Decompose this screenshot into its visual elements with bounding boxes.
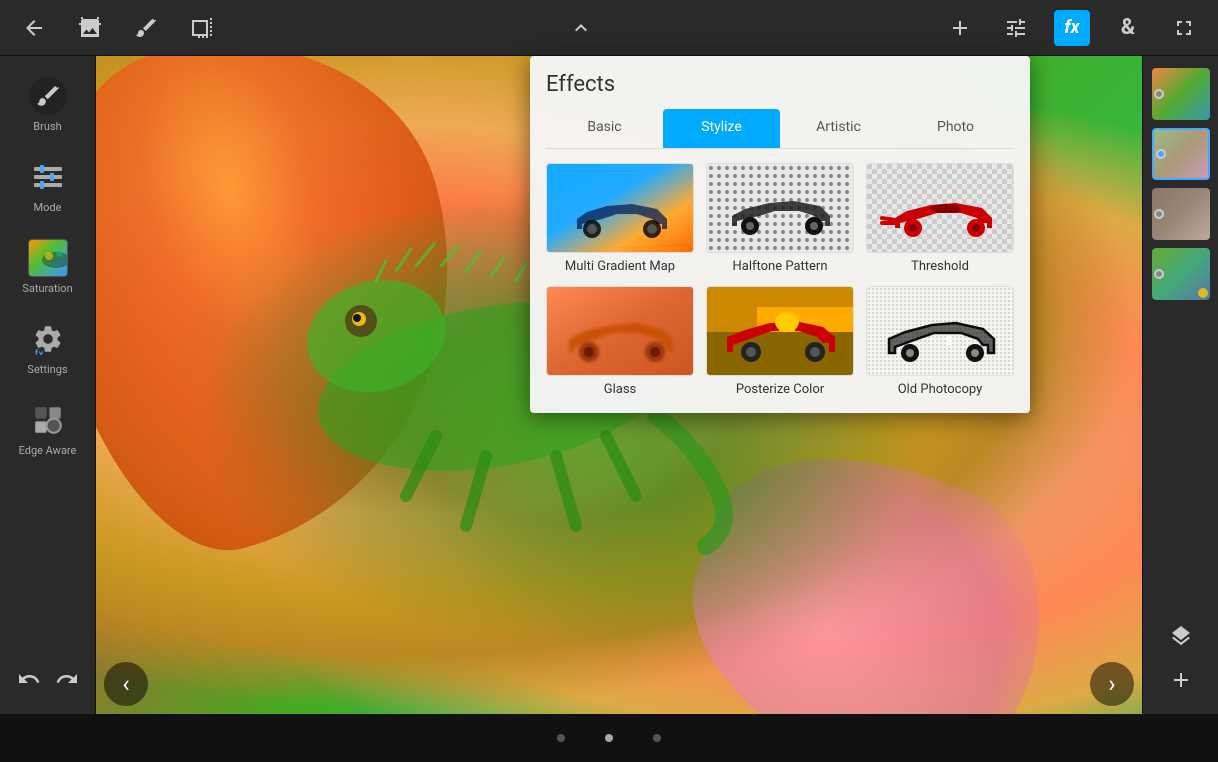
layer-2-radio (1156, 149, 1166, 159)
fullscreen-button[interactable] (1166, 10, 1202, 46)
saturation-icon (28, 238, 68, 278)
effects-grid: Multi Gradient Map Halftone Patter (546, 163, 1014, 397)
fx-label: fx (1064, 17, 1079, 38)
top-toolbar: fx & (0, 0, 1218, 56)
effect-label-multi-gradient-map: Multi Gradient Map (565, 259, 675, 274)
effect-thumb-posterize-color (706, 286, 854, 376)
edge-aware-label: Edge Aware (19, 444, 77, 457)
add-image-button[interactable] (72, 10, 108, 46)
bottom-dot-2 (605, 734, 613, 742)
add-layer-button[interactable] (1163, 662, 1199, 698)
next-button[interactable]: › (1090, 662, 1134, 706)
layer-2-thumb[interactable] (1152, 128, 1210, 180)
layers-icon: & (1121, 15, 1135, 40)
sidebar-tool-mode[interactable]: Mode (8, 149, 88, 222)
effect-thumb-old-photocopy: 3 (866, 286, 1014, 376)
effect-thumb-multi-gradient-map (546, 163, 694, 253)
bottom-dot-3 (653, 734, 661, 742)
effect-old-photocopy[interactable]: 3 Old Photocopy (866, 286, 1014, 397)
sidebar-tool-settings[interactable]: fx Settings (8, 311, 88, 384)
prev-icon: ‹ (122, 670, 129, 698)
layer-bottom-buttons (1163, 618, 1199, 706)
layers-panel-button[interactable] (1163, 618, 1199, 654)
layer-3-radio (1154, 209, 1164, 219)
effect-thumb-halftone-pattern (706, 163, 854, 253)
effect-label-threshold: Threshold (911, 259, 969, 274)
edge-aware-icon (28, 400, 68, 440)
fx-button[interactable]: fx (1054, 10, 1090, 46)
effects-title: Effects (546, 72, 1014, 97)
effect-posterize-color[interactable]: Posterize Color (706, 286, 854, 397)
effect-halftone-pattern[interactable]: Halftone Pattern (706, 163, 854, 274)
prev-button[interactable]: ‹ (104, 662, 148, 706)
effect-threshold[interactable]: Threshold (866, 163, 1014, 274)
effects-panel: Effects Basic Stylize Artistic Photo (530, 56, 1030, 413)
bottom-bar (0, 714, 1218, 762)
undo-button[interactable] (14, 664, 44, 694)
toolbar-left (16, 10, 220, 46)
mode-label: Mode (34, 201, 62, 214)
left-sidebar: Brush Mode (0, 56, 96, 714)
effect-multi-gradient-map[interactable]: Multi Gradient Map (546, 163, 694, 274)
tab-photo[interactable]: Photo (897, 109, 1014, 148)
effect-label-glass: Glass (604, 382, 637, 397)
next-icon: › (1108, 670, 1115, 698)
mode-icon (28, 157, 68, 197)
effect-thumb-threshold (866, 163, 1014, 253)
svg-text:fx: fx (34, 348, 44, 355)
right-panel (1142, 56, 1218, 714)
brush-label: Brush (33, 120, 61, 133)
settings-label: Settings (27, 363, 67, 376)
add-button[interactable] (942, 10, 978, 46)
sidebar-tool-saturation[interactable]: Saturation (8, 230, 88, 303)
adjustments-button[interactable] (998, 10, 1034, 46)
svg-text:3: 3 (946, 334, 953, 348)
tab-basic[interactable]: Basic (546, 109, 663, 148)
effect-glass[interactable]: Glass (546, 286, 694, 397)
layers-button[interactable]: & (1110, 10, 1146, 46)
layer-3-thumb[interactable] (1152, 188, 1210, 240)
tab-stylize[interactable]: Stylize (663, 109, 780, 148)
redo-button[interactable] (52, 664, 82, 694)
collapse-button[interactable] (563, 10, 599, 46)
effect-label-posterize-color: Posterize Color (736, 382, 824, 397)
layer-4-radio (1154, 269, 1164, 279)
back-button[interactable] (16, 10, 52, 46)
sidebar-tool-edge-aware[interactable]: Edge Aware (8, 392, 88, 465)
settings-icon: fx (28, 319, 68, 359)
tab-artistic[interactable]: Artistic (780, 109, 897, 148)
layer-1-thumb[interactable] (1152, 68, 1210, 120)
selection-button[interactable] (184, 10, 220, 46)
effect-label-old-photocopy: Old Photocopy (898, 382, 983, 397)
layer-1-radio (1154, 89, 1164, 99)
toolbar-center (563, 10, 599, 46)
layer-4-thumb[interactable] (1152, 248, 1210, 300)
effects-tabs: Basic Stylize Artistic Photo (546, 109, 1014, 149)
toolbar-right: fx & (942, 10, 1202, 46)
brush-button[interactable] (128, 10, 164, 46)
saturation-label: Saturation (22, 282, 72, 295)
bottom-dot-1 (557, 734, 565, 742)
brush-icon (28, 76, 68, 116)
sidebar-tool-brush[interactable]: Brush (8, 68, 88, 141)
effect-label-halftone-pattern: Halftone Pattern (732, 259, 827, 274)
effect-thumb-glass (546, 286, 694, 376)
